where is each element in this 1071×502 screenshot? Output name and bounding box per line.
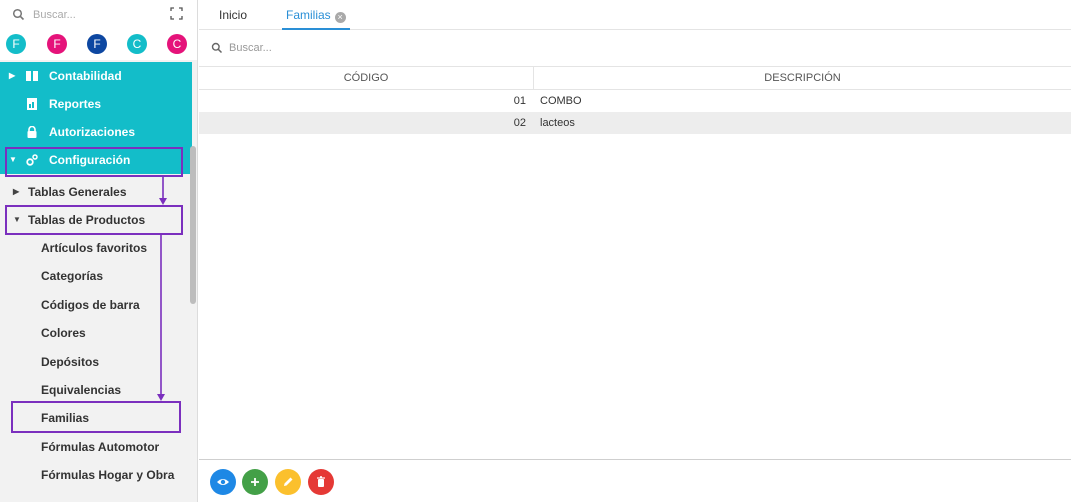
- favorite-avatars: F F F C C: [0, 30, 197, 60]
- add-button[interactable]: [242, 469, 268, 495]
- main-search[interactable]: Buscar...: [199, 30, 1071, 66]
- cell-descripcion: lacteos: [540, 117, 575, 129]
- sidebar-item-formulas-automotor[interactable]: Fórmulas Automotor: [0, 433, 192, 461]
- sidebar-item-label: Autorizaciones: [49, 125, 136, 139]
- avatar[interactable]: C: [127, 34, 147, 54]
- column-header-codigo[interactable]: CÓDIGO: [199, 67, 534, 90]
- edit-button[interactable]: [275, 469, 301, 495]
- table-row[interactable]: 02 lacteos: [199, 112, 1071, 134]
- sidebar-scrollbar[interactable]: [190, 146, 196, 304]
- tab-inicio[interactable]: Inicio: [219, 0, 247, 30]
- sidebar-item-label: Fórmulas Automotor: [41, 439, 160, 454]
- search-icon: [211, 42, 223, 54]
- avatar[interactable]: F: [47, 34, 67, 54]
- sidebar: Buscar... F F F C C ▶ Contabilidad Repor…: [0, 0, 198, 502]
- sidebar-search-placeholder: Buscar...: [33, 9, 76, 21]
- tab-bar: Inicio Familias ×: [199, 0, 1071, 30]
- book-icon: [26, 71, 38, 81]
- sidebar-item-label: Familias: [41, 411, 90, 426]
- sidebar-menu: ▶ Contabilidad Reportes Autorizaciones ▼…: [0, 62, 192, 490]
- tab-familias[interactable]: Familias ×: [282, 0, 350, 30]
- sidebar-item-configuracion[interactable]: ▼ Configuración: [0, 146, 192, 174]
- sidebar-item-label: Tablas de Productos: [28, 213, 146, 227]
- sidebar-item-label: Códigos de barra: [41, 297, 140, 312]
- sidebar-item-label: Artículos favoritos: [41, 241, 148, 255]
- view-button[interactable]: [210, 469, 236, 495]
- caret-down-icon: ▼: [9, 155, 17, 164]
- column-header-descripcion[interactable]: DESCRIPCIÓN: [534, 67, 1071, 90]
- sidebar-item-label: Reportes: [49, 97, 102, 111]
- familias-table: CÓDIGO DESCRIPCIÓN 01 COMBO 02 lacteos: [199, 66, 1071, 134]
- lock-icon: [27, 126, 37, 138]
- sidebar-item-colores[interactable]: Colores: [0, 319, 192, 347]
- sidebar-item-label: Categorías: [41, 269, 104, 284]
- pencil-icon: [284, 477, 293, 486]
- sidebar-item-label: Colores: [41, 326, 86, 341]
- caret-down-icon: ▼: [13, 215, 21, 224]
- action-bar: [199, 459, 1071, 502]
- report-icon: [27, 98, 37, 110]
- sidebar-item-equivalencias[interactable]: Equivalencias: [0, 376, 192, 404]
- sidebar-item-tablas-productos[interactable]: ▼ Tablas de Productos: [0, 206, 192, 234]
- sidebar-item-categorias[interactable]: Categorías: [0, 262, 192, 290]
- avatar[interactable]: C: [167, 34, 187, 54]
- sidebar-item-depositos[interactable]: Depósitos: [0, 348, 192, 376]
- sidebar-item-autorizaciones[interactable]: Autorizaciones: [0, 118, 192, 146]
- sidebar-item-label: Equivalencias: [41, 382, 122, 397]
- sidebar-item-formulas-hogar-obra[interactable]: Fórmulas Hogar y Obra: [0, 461, 192, 489]
- gears-icon: [26, 154, 38, 166]
- sidebar-item-tablas-generales[interactable]: ▶ Tablas Generales: [0, 178, 192, 206]
- sidebar-item-label: Fórmulas Hogar y Obra: [41, 468, 175, 483]
- search-input[interactable]: Buscar...: [229, 42, 272, 54]
- close-icon[interactable]: ×: [334, 12, 346, 23]
- cell-codigo: 01: [513, 95, 526, 107]
- eye-icon: [217, 479, 229, 485]
- sidebar-item-contabilidad[interactable]: ▶ Contabilidad: [0, 62, 192, 90]
- sidebar-item-reportes[interactable]: Reportes: [0, 90, 192, 118]
- sidebar-item-articulos-favoritos[interactable]: Artículos favoritos: [0, 234, 192, 262]
- sidebar-search[interactable]: Buscar...: [0, 0, 197, 30]
- delete-button[interactable]: [308, 469, 334, 495]
- cell-descripcion: COMBO: [540, 95, 582, 107]
- sidebar-item-label: Depósitos: [41, 354, 100, 369]
- table-row[interactable]: 01 COMBO: [199, 90, 1071, 112]
- sidebar-item-label: Tablas Generales: [28, 185, 127, 199]
- search-icon: [12, 8, 25, 21]
- tab-label: Familias: [286, 8, 331, 22]
- sidebar-item-label: Contabilidad: [49, 69, 122, 83]
- trash-icon: [317, 476, 325, 487]
- sidebar-item-codigos-barra[interactable]: Códigos de barra: [0, 291, 192, 319]
- fullscreen-icon[interactable]: [170, 7, 183, 20]
- table-header: CÓDIGO DESCRIPCIÓN: [199, 66, 1071, 90]
- caret-right-icon: ▶: [13, 187, 20, 196]
- plus-icon: [251, 478, 259, 486]
- avatar[interactable]: F: [6, 34, 26, 54]
- sidebar-item-familias[interactable]: Familias: [0, 404, 192, 432]
- avatar[interactable]: F: [87, 34, 107, 54]
- cell-codigo: 02: [513, 117, 526, 129]
- tab-label: Inicio: [219, 8, 248, 22]
- sidebar-item-label: Configuración: [49, 153, 131, 167]
- caret-right-icon: ▶: [9, 71, 16, 80]
